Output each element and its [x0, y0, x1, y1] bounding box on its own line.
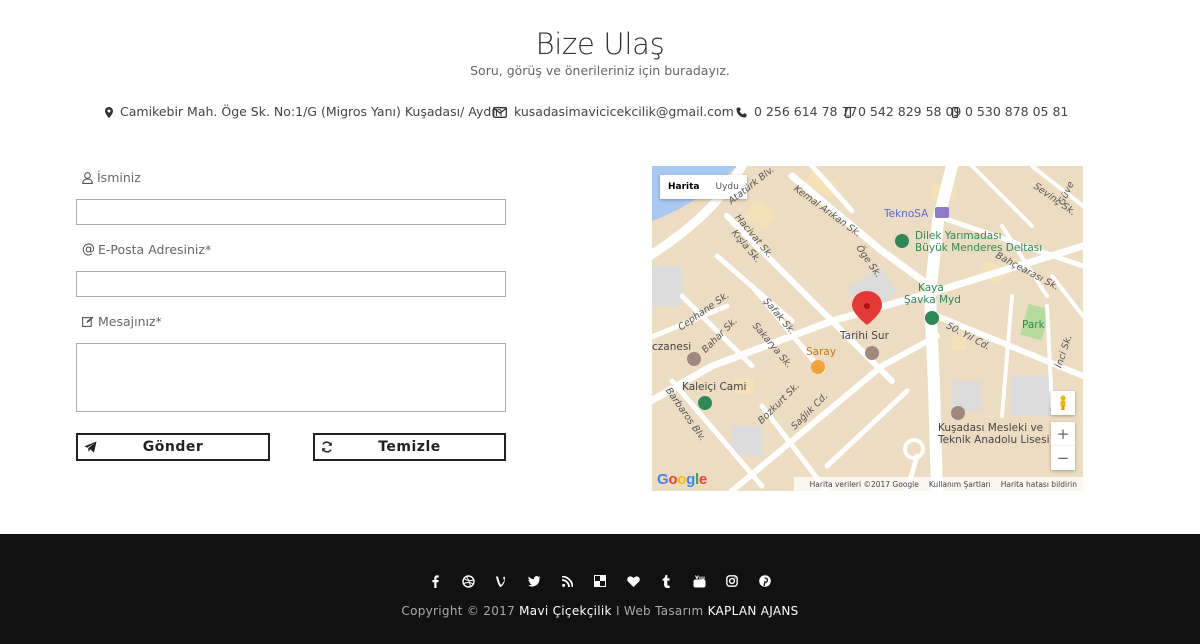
- phone-item[interactable]: 0 256 614 78 77: [736, 104, 857, 120]
- mobile2-item[interactable]: 0 530 878 05 81: [952, 104, 1068, 120]
- page-header: Bize Ulaş Soru, görüş ve önerileriniz iç…: [0, 26, 1200, 80]
- clear-button[interactable]: Temizle: [313, 433, 506, 461]
- map-label: TeknoSA: [884, 208, 929, 220]
- google-map[interactable]: Harita Uydu Atatürk Blv. Kemal Arıkan Sk…: [652, 166, 1083, 491]
- map-data-text: Harita verileri ©2017 Google: [809, 479, 919, 489]
- map-label: Kuşadası Mesleki ve: [938, 422, 1044, 434]
- email-input[interactable]: [76, 271, 506, 297]
- vine-icon[interactable]: [485, 574, 518, 588]
- twitter-icon[interactable]: [518, 574, 551, 588]
- copyright-text: Copyright © 2017 Mavi Çiçekçilik I Web T…: [401, 604, 799, 618]
- phone-icon: [736, 107, 747, 117]
- mobile-icon: [845, 106, 851, 118]
- terms-link[interactable]: Kullanım Şartları: [929, 480, 991, 489]
- paper-plane-icon: [84, 441, 97, 453]
- map-label: Tarihi Sur: [840, 330, 889, 342]
- name-input[interactable]: [76, 199, 506, 225]
- submit-button[interactable]: Gönder: [76, 433, 270, 461]
- page-title: Bize Ulaş: [535, 27, 665, 61]
- instagram-icon[interactable]: [716, 574, 749, 588]
- facebook-icon[interactable]: [419, 574, 452, 588]
- map-label: Kaleiçi Cami: [682, 381, 747, 393]
- agency-link[interactable]: KAPLAN AJANS: [708, 604, 799, 618]
- map-label: Büyük Menderes Deltası: [915, 242, 1043, 254]
- tumblr-icon[interactable]: [650, 574, 683, 588]
- pegman-icon[interactable]: [1051, 391, 1075, 415]
- mobile1-item[interactable]: 0 542 829 58 09: [845, 104, 961, 120]
- email-item[interactable]: kusadasimavicicekcilik@gmail.com: [493, 104, 734, 120]
- email-label: @ E-Posta Adresiniz*: [82, 242, 212, 257]
- map-label: Dilek Yarımadası: [915, 230, 1002, 242]
- address-text: Camikebir Mah. Öge Sk. No:1/G (Migros Ya…: [120, 104, 503, 119]
- message-label: Mesajınız*: [82, 314, 162, 329]
- map-label: Saray: [806, 346, 837, 358]
- map-label: czanesi: [652, 341, 692, 353]
- tab-map[interactable]: Harita: [660, 175, 708, 199]
- map-label: Kaya: [918, 282, 944, 294]
- pinterest-icon[interactable]: [749, 574, 782, 588]
- delicious-icon[interactable]: [584, 574, 617, 588]
- envelope-icon: [493, 106, 507, 118]
- dribbble-icon[interactable]: [452, 574, 485, 588]
- name-label: İsminiz: [82, 170, 141, 185]
- mobile1-text[interactable]: 0 542 829 58 09: [858, 104, 961, 120]
- refresh-icon: [322, 441, 332, 453]
- mobile-icon: [952, 106, 958, 118]
- message-textarea[interactable]: [76, 343, 506, 412]
- site-footer: Copyright © 2017 Mavi Çiçekçilik I Web T…: [0, 534, 1200, 644]
- map-label: Teknik Anadolu Lisesi: [938, 434, 1050, 446]
- heart-icon[interactable]: [617, 574, 650, 588]
- map-attribution: Harita verileri ©2017 Google Kullanım Şa…: [793, 477, 1083, 491]
- page-subtitle: Soru, görüş ve önerileriniz için buraday…: [470, 63, 730, 78]
- zoom-out-button[interactable]: −: [1051, 446, 1075, 470]
- map-label: Park: [1022, 319, 1045, 331]
- mobile2-text[interactable]: 0 530 878 05 81: [965, 104, 1068, 120]
- at-icon: @: [82, 242, 95, 257]
- map-marker-icon: [105, 106, 113, 118]
- user-icon: [82, 171, 93, 184]
- email-link[interactable]: kusadasimavicicekcilik@gmail.com: [514, 104, 734, 120]
- address-item: Camikebir Mah. Öge Sk. No:1/G (Migros Ya…: [105, 104, 503, 120]
- report-error-link[interactable]: Harita hatası bildirin: [1001, 480, 1077, 489]
- edit-icon: [82, 316, 94, 327]
- social-links: [0, 574, 1200, 588]
- company-link[interactable]: Mavi Çiçekçilik: [519, 604, 612, 618]
- map-label: Şavka Myd: [904, 294, 961, 306]
- phone-text[interactable]: 0 256 614 78 77: [754, 104, 857, 120]
- zoom-in-button[interactable]: +: [1051, 422, 1075, 446]
- youtube-icon[interactable]: [683, 574, 716, 588]
- google-logo: Google: [657, 471, 707, 488]
- rss-icon[interactable]: [551, 574, 584, 588]
